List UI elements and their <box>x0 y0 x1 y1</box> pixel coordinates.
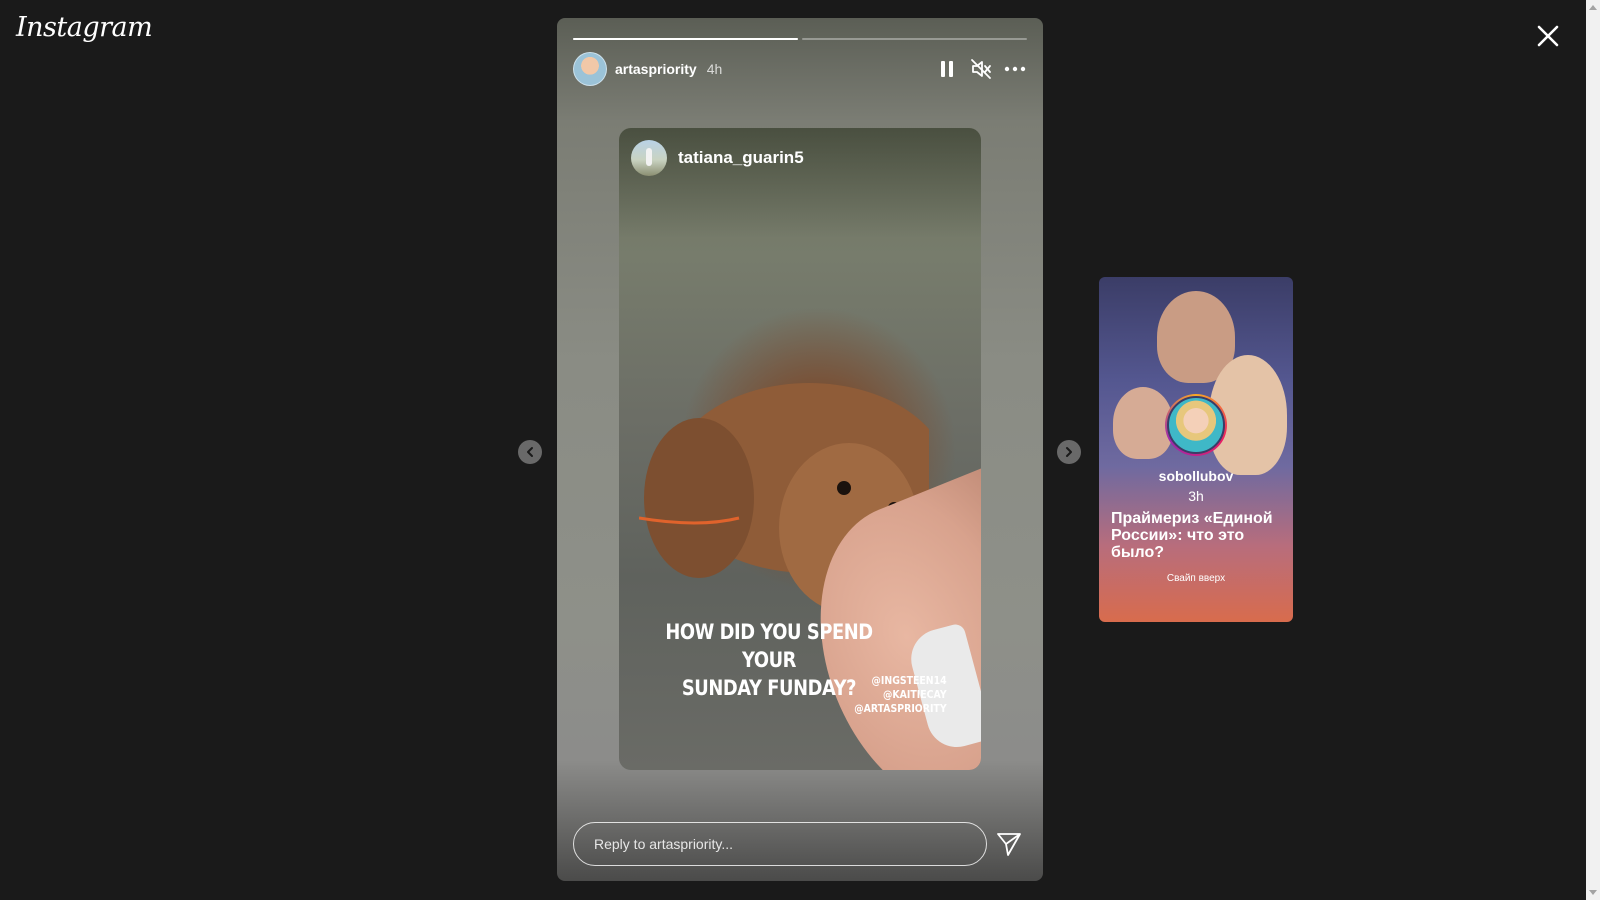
avatar[interactable] <box>573 52 607 86</box>
scroll-down-arrow-icon[interactable] <box>1589 890 1597 895</box>
story-viewer[interactable]: artaspriority 4h tatiana_guarin5 HOW DID… <box>557 18 1043 881</box>
next-story-username: sobollubov <box>1158 468 1234 484</box>
send-button[interactable] <box>995 830 1023 858</box>
shared-post-header: tatiana_guarin5 <box>631 140 804 176</box>
chevron-left-icon <box>527 447 533 457</box>
next-story-avatar <box>1165 394 1227 456</box>
close-icon <box>1537 25 1559 47</box>
story-time: 4h <box>706 61 723 77</box>
reply-input[interactable] <box>573 822 987 866</box>
next-story-headline: Праймериз «Единой России»: что это было? <box>1111 510 1273 561</box>
pause-icon <box>941 61 953 77</box>
chevron-right-icon <box>1066 447 1072 457</box>
next-story-preview[interactable]: sobollubov 3h Праймериз «Единой России»:… <box>1099 277 1293 622</box>
pause-button[interactable] <box>935 57 959 81</box>
previous-story-button[interactable] <box>518 440 542 464</box>
mute-button[interactable] <box>969 57 993 81</box>
preview-person-image <box>1113 387 1173 459</box>
story-progress-bar <box>573 38 1027 40</box>
shared-post-avatar[interactable] <box>631 140 667 176</box>
avatar <box>1167 396 1225 454</box>
reply-bar <box>573 822 1027 866</box>
next-story-time: 3h <box>1188 488 1204 504</box>
page-scrollbar[interactable] <box>1586 0 1600 900</box>
mention-tags: @INGSTEEN14 @KAITIECAY @ARTASPRIORITY <box>855 674 947 716</box>
more-options-button[interactable] <box>1003 57 1027 81</box>
more-horizontal-icon <box>1004 66 1026 72</box>
shared-post-username[interactable]: tatiana_guarin5 <box>678 148 804 168</box>
mention-tag[interactable]: @KAITIECAY <box>855 688 947 702</box>
story-controls <box>935 57 1027 81</box>
mention-tag[interactable]: @ARTASPRIORITY <box>855 702 947 716</box>
caption-line: HOW DID YOU SPEND YOUR <box>665 620 873 672</box>
scroll-up-arrow-icon[interactable] <box>1589 5 1597 10</box>
story-header: artaspriority 4h <box>573 52 1027 86</box>
progress-segment <box>573 38 798 40</box>
instagram-logo[interactable]: Instagram <box>16 12 153 43</box>
mention-tag[interactable]: @INGSTEEN14 <box>855 674 947 688</box>
muted-speaker-icon <box>971 59 991 79</box>
next-story-button[interactable] <box>1057 440 1081 464</box>
send-icon <box>997 833 1021 856</box>
swipe-up-label: Свайп вверх <box>1166 573 1226 584</box>
close-button[interactable] <box>1534 22 1562 50</box>
shared-post-card[interactable]: tatiana_guarin5 HOW DID YOU SPEND YOUR S… <box>619 128 981 770</box>
story-username[interactable]: artaspriority <box>615 61 697 77</box>
progress-segment <box>802 38 1027 40</box>
